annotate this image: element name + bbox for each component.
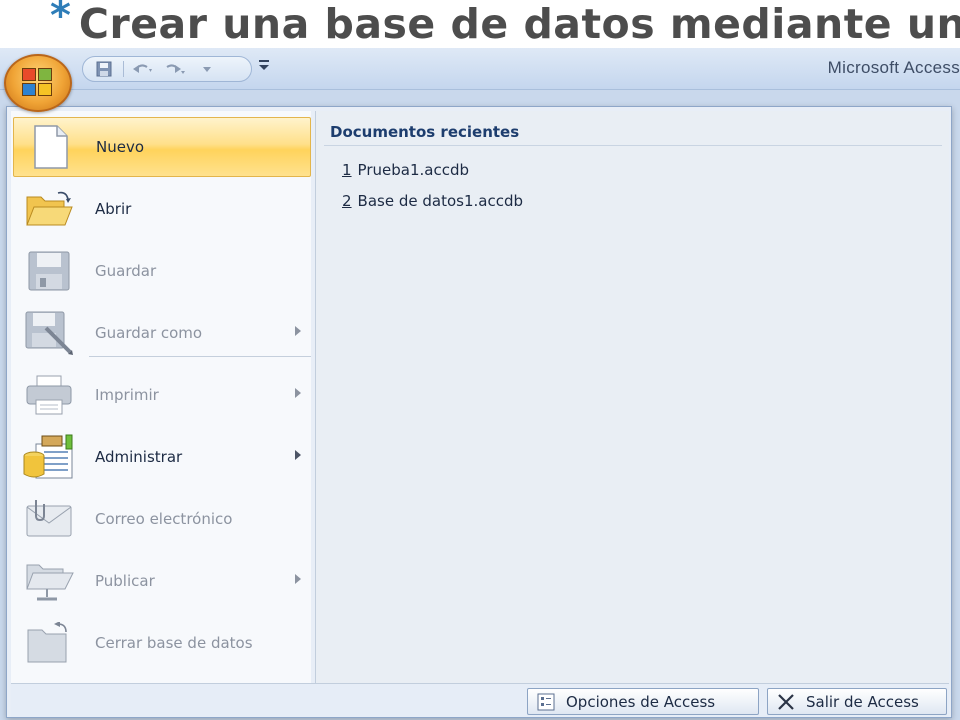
slide-title: * Crear una base de datos mediante una bbox=[50, 0, 960, 54]
slide: * Crear una base de datos mediante una M… bbox=[0, 0, 960, 720]
menu-item-abrir[interactable]: Abrir bbox=[13, 179, 311, 239]
toolbar-separator bbox=[123, 61, 124, 77]
menu-item-label: Abrir bbox=[95, 200, 132, 218]
submenu-arrow-icon bbox=[295, 326, 301, 336]
submenu-arrow-icon bbox=[295, 388, 301, 398]
recent-documents-header: Documentos recientes bbox=[330, 123, 520, 141]
publish-icon bbox=[21, 557, 77, 605]
open-folder-icon bbox=[21, 185, 77, 233]
save-icon[interactable] bbox=[91, 59, 117, 79]
recent-file-number: 2 bbox=[342, 192, 352, 210]
save-as-icon bbox=[21, 309, 77, 357]
access-options-button[interactable]: Opciones de Access bbox=[527, 688, 759, 715]
save-icon bbox=[21, 247, 77, 295]
customize-qat-icon[interactable] bbox=[258, 58, 270, 76]
menu-item-cerrar-base-de-datos[interactable]: Cerrar base de datos bbox=[13, 613, 311, 673]
recent-file-name: Base de datos1.accdb bbox=[357, 192, 523, 210]
recent-file-1[interactable]: 1 Prueba1.accdb bbox=[342, 161, 469, 179]
menu-item-label: Imprimir bbox=[95, 386, 159, 404]
undo-icon[interactable] bbox=[130, 59, 156, 79]
title-bar: Microsoft Access bbox=[0, 48, 960, 90]
menu-item-guardar-como[interactable]: Guardar como bbox=[13, 303, 311, 363]
title-text: Crear una base de datos mediante una bbox=[78, 0, 960, 48]
menu-item-label: Nuevo bbox=[96, 138, 145, 156]
exit-access-label: Salir de Access bbox=[806, 692, 919, 711]
menu-item-label: Correo electrónico bbox=[95, 510, 233, 528]
menu-item-guardar[interactable]: Guardar bbox=[13, 241, 311, 301]
menu-item-nuevo[interactable]: Nuevo bbox=[13, 117, 311, 177]
recent-documents-panel: Documentos recientes 1 Prueba1.accdb 2 Bas… bbox=[315, 111, 949, 683]
access-options-label: Opciones de Access bbox=[566, 692, 716, 711]
close-x-icon bbox=[776, 693, 796, 711]
app-title: Microsoft Access bbox=[827, 58, 960, 77]
office-logo-icon bbox=[22, 68, 54, 98]
menu-item-label: Guardar bbox=[95, 262, 157, 280]
quick-access-toolbar bbox=[82, 56, 252, 82]
submenu-arrow-icon bbox=[295, 450, 301, 460]
menu-separator bbox=[89, 356, 311, 357]
options-icon bbox=[536, 693, 556, 711]
menu-item-correo-electronico[interactable]: Correo electrónico bbox=[13, 489, 311, 549]
header-divider bbox=[324, 145, 942, 146]
office-button[interactable] bbox=[4, 54, 72, 112]
manage-database-icon bbox=[21, 433, 77, 481]
printer-icon bbox=[21, 371, 77, 419]
menu-item-publicar[interactable]: Publicar bbox=[13, 551, 311, 611]
access-window: Microsoft Access Nuevo Abrir Guardar Gua… bbox=[0, 48, 960, 720]
recent-file-2[interactable]: 2 Base de datos1.accdb bbox=[342, 192, 523, 210]
exit-access-button[interactable]: Salir de Access bbox=[767, 688, 947, 715]
new-document-icon bbox=[22, 123, 78, 171]
menu-item-imprimir[interactable]: Imprimir bbox=[13, 365, 311, 425]
dropdown-chevron-icon[interactable] bbox=[194, 59, 220, 79]
title-bullet: * bbox=[50, 0, 71, 39]
menu-item-label: Administrar bbox=[95, 448, 183, 466]
office-menu: Nuevo Abrir Guardar Guardar como Imprimi… bbox=[6, 106, 952, 718]
menu-item-label: Publicar bbox=[95, 572, 155, 590]
menu-footer: Opciones de Access Salir de Access bbox=[11, 683, 949, 717]
email-icon bbox=[21, 495, 77, 543]
recent-file-name: Prueba1.accdb bbox=[357, 161, 469, 179]
redo-icon[interactable] bbox=[162, 59, 188, 79]
menu-commands: Nuevo Abrir Guardar Guardar como Imprimi… bbox=[11, 111, 311, 683]
recent-file-number: 1 bbox=[342, 161, 352, 179]
close-database-icon bbox=[21, 619, 77, 667]
menu-item-label: Cerrar base de datos bbox=[95, 634, 253, 652]
menu-item-label: Guardar como bbox=[95, 324, 203, 342]
menu-item-administrar[interactable]: Administrar bbox=[13, 427, 311, 487]
submenu-arrow-icon bbox=[295, 574, 301, 584]
